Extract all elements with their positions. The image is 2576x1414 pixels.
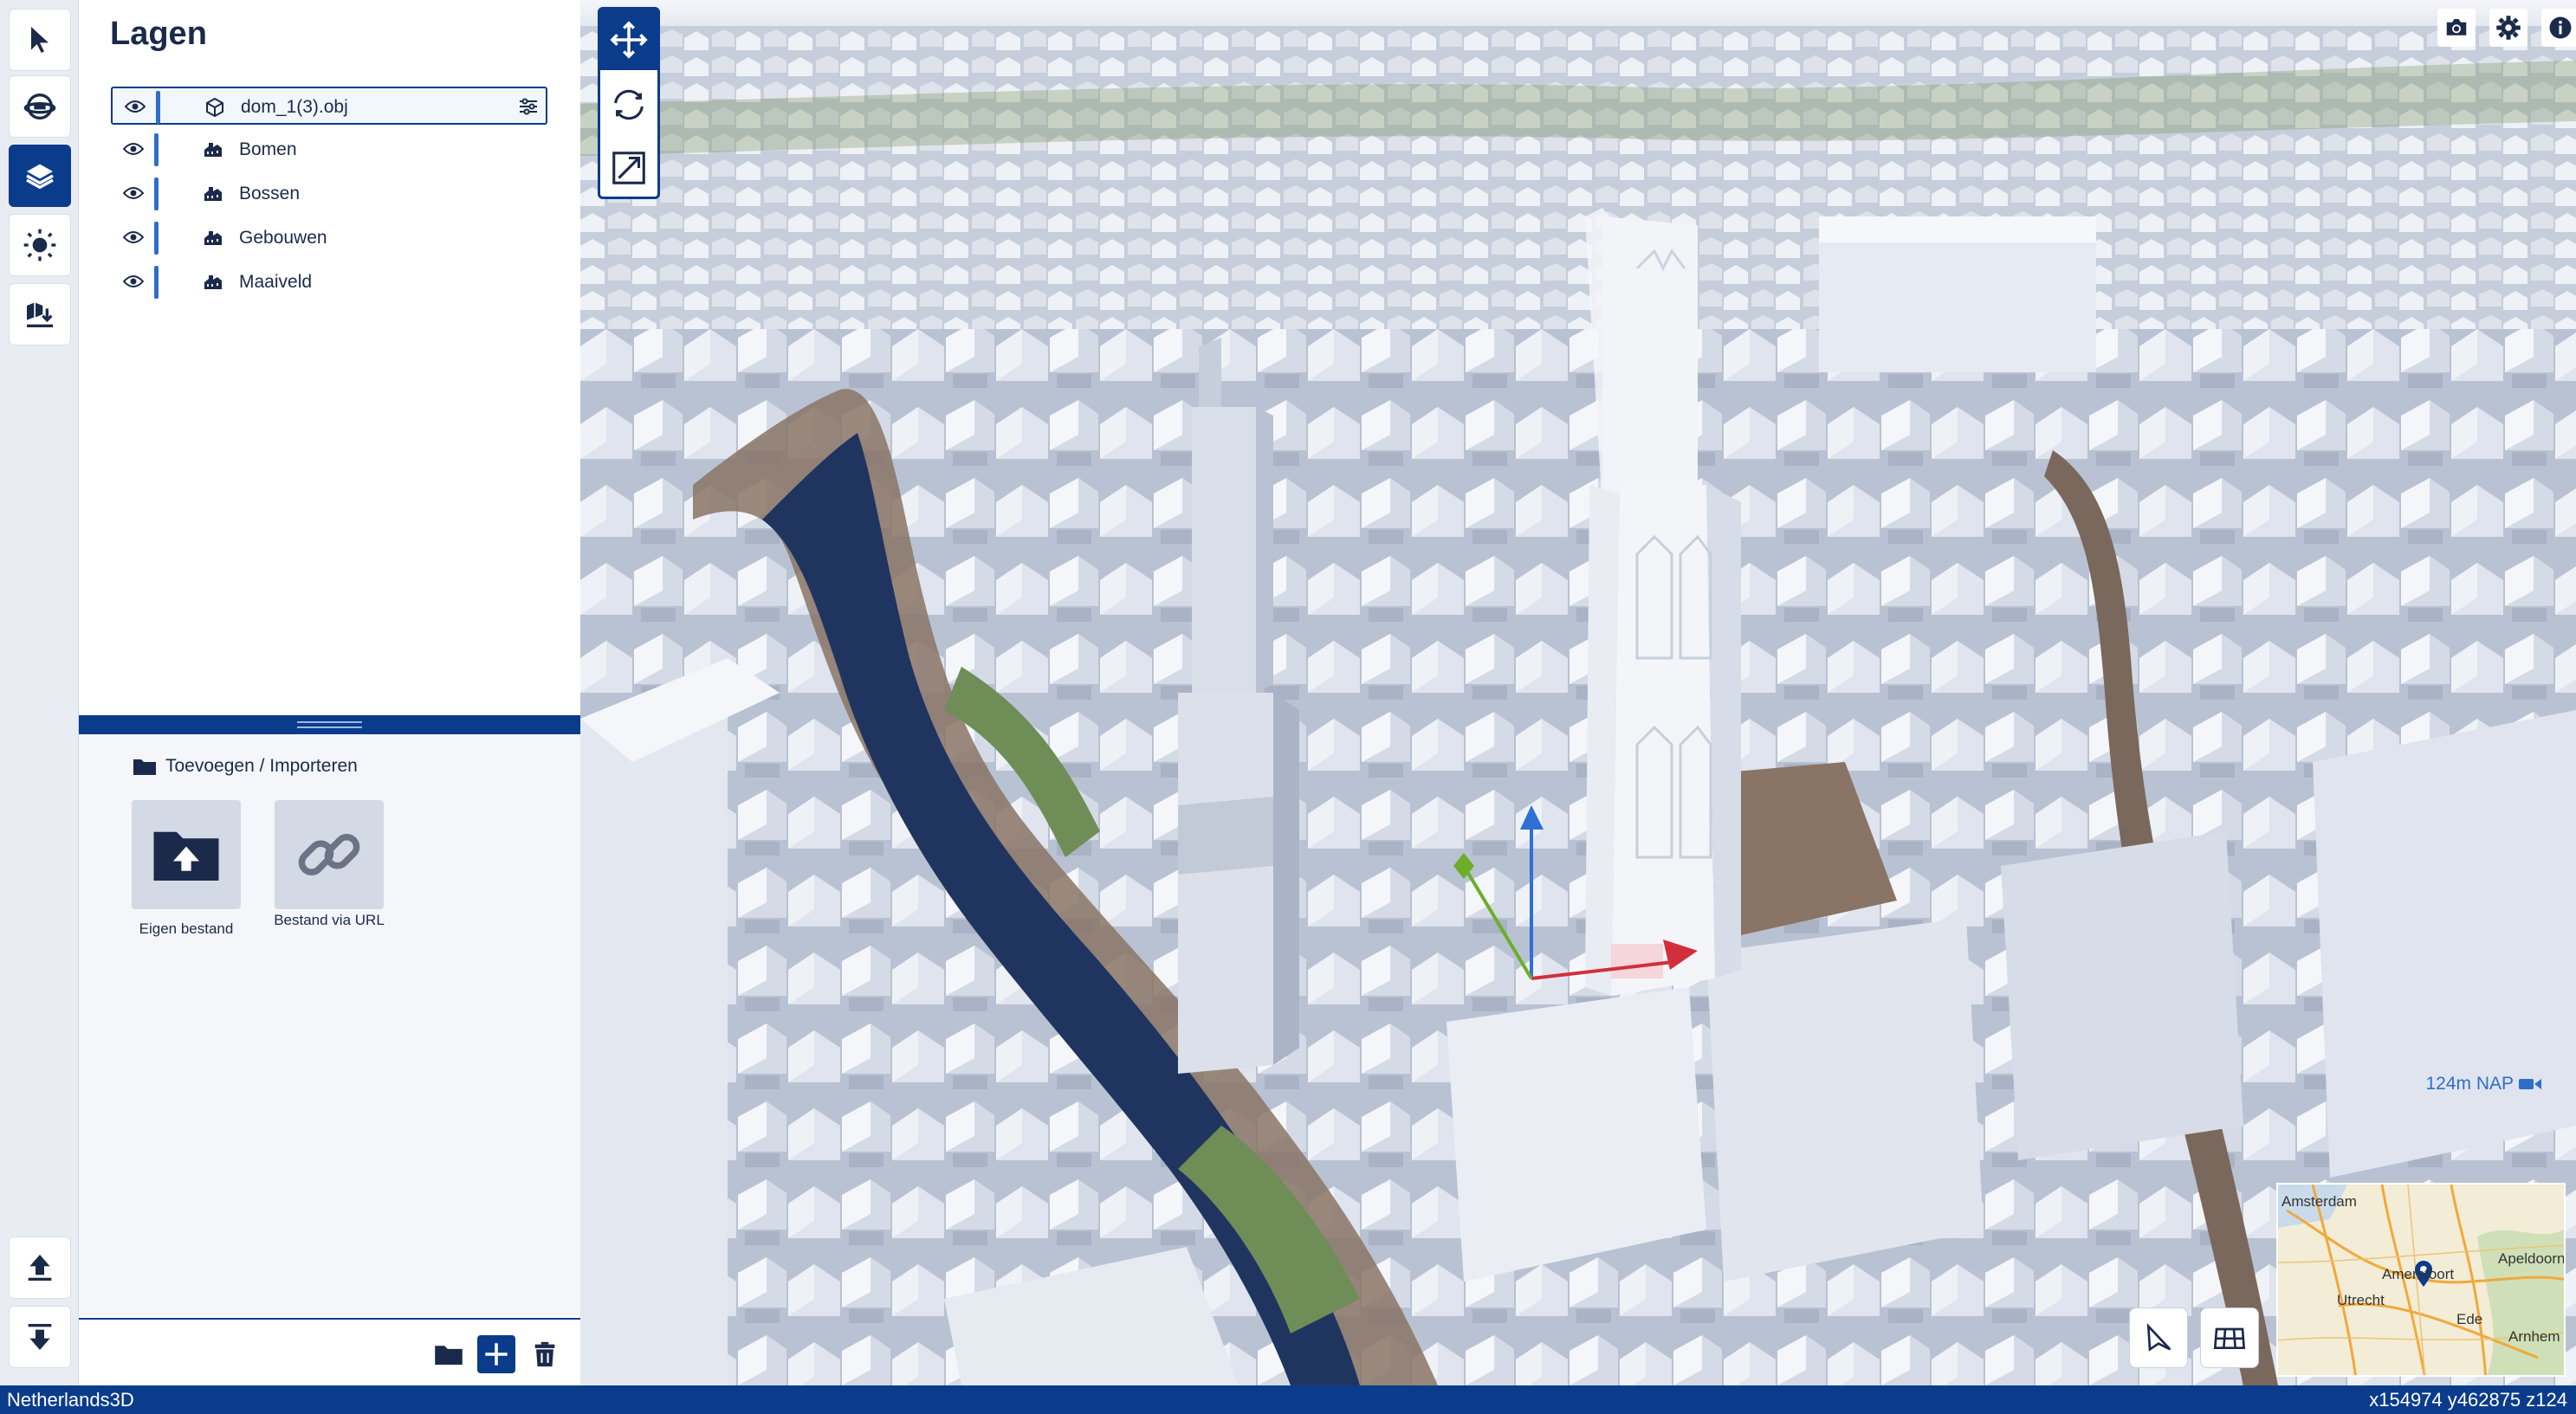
map-label-apeldoorn: Apeldoorn [2498, 1250, 2566, 1267]
screenshot-button[interactable] [2437, 9, 2476, 47]
layers-button[interactable] [9, 145, 71, 207]
map-label-ede: Ede [2456, 1311, 2483, 1327]
panel-footer [79, 1318, 580, 1385]
layer-row-bomen[interactable]: Bomen [111, 131, 547, 169]
folder-icon [133, 759, 156, 775]
layer-row-bossen[interactable]: Bossen [111, 175, 547, 213]
plus-icon [485, 1343, 508, 1366]
app-name: Netherlands3D [7, 1388, 134, 1411]
layer-row-maaiveld[interactable]: Maaiveld [111, 263, 547, 301]
sun-settings-button[interactable] [9, 214, 71, 276]
grid-toggle-button[interactable] [2200, 1307, 2259, 1368]
panel-title: Lagen [110, 16, 207, 52]
video-camera-icon [2519, 1079, 2541, 1089]
new-folder-button[interactable] [430, 1335, 468, 1373]
camera-icon [2446, 19, 2467, 36]
folder-upload-icon [153, 831, 219, 881]
layer-label: Maaiveld [239, 272, 313, 292]
grid-icon [2213, 1327, 2246, 1349]
coordinates-readout: x154974 y462875 z124 [2369, 1388, 2567, 1411]
upload-icon [28, 1255, 52, 1281]
layer-panel: Lagen dom_1(3).obj Bomen Bossen Gebouwen… [79, 0, 580, 1385]
layer-depth-bar [154, 133, 159, 166]
status-bar: Netherlands3D x154974 y462875 z124 [0, 1385, 2576, 1414]
trash-icon [534, 1341, 555, 1367]
rotate-tool-button[interactable] [600, 74, 657, 135]
minimap[interactable]: Amsterdam Amersfoort Utrecht Apeldoorn E… [2276, 1183, 2566, 1377]
scale-icon [612, 152, 645, 184]
drag-handle[interactable] [297, 721, 362, 728]
layer-depth-bar [154, 266, 159, 299]
map-label-utrecht: Utrecht [2337, 1292, 2385, 1308]
rotate-icon [614, 89, 644, 120]
file-via-url-label: Bestand via URL [274, 912, 385, 928]
move-icon [610, 21, 648, 59]
move-tool-button[interactable] [600, 10, 657, 70]
link-icon [298, 833, 360, 876]
north-arrow-icon [2146, 1323, 2171, 1352]
buildings-icon [204, 187, 222, 201]
layer-depth-bar [154, 178, 159, 210]
own-file-label: Eigen bestand [139, 920, 234, 937]
settings-button[interactable] [2489, 9, 2527, 47]
left-toolbar [0, 0, 79, 1385]
delete-layer-button[interactable] [526, 1335, 564, 1373]
layer-label: Gebouwen [239, 228, 327, 248]
map-label-arnhem: Arnhem [2508, 1328, 2560, 1345]
layers-icon [26, 164, 54, 190]
layer-label: Bomen [239, 139, 297, 159]
globe-icon [23, 94, 56, 119]
layer-depth-bar [156, 91, 160, 124]
3d-viewport[interactable]: 124m NAP Amsterdam Amersfoort Utrecht Ap… [580, 0, 2576, 1385]
buildings-icon [204, 143, 222, 157]
buildings-icon [204, 275, 222, 289]
add-layer-button[interactable] [477, 1335, 515, 1373]
layer-label: dom_1(3).obj [241, 97, 348, 117]
nap-height-text: 124m NAP [2425, 1074, 2514, 1094]
cursor-icon [31, 27, 49, 53]
add-import-title: Toevoegen / Importeren [133, 756, 358, 777]
eye-icon[interactable] [123, 274, 144, 289]
own-file-tile[interactable] [132, 800, 241, 909]
panel-resize-divider[interactable] [79, 715, 580, 734]
scale-tool-button[interactable] [600, 138, 657, 198]
layer-settings-icon[interactable] [518, 97, 539, 116]
eye-icon[interactable] [123, 229, 144, 245]
import-data-button[interactable] [9, 283, 71, 345]
map-label-amsterdam: Amsterdam [2282, 1193, 2357, 1210]
camera-view-button[interactable] [9, 75, 71, 138]
download-icon [28, 1324, 52, 1350]
cube-icon [206, 97, 223, 118]
download-button[interactable] [9, 1306, 71, 1368]
transform-tools [598, 7, 660, 199]
camera-height-label: 124m NAP [2425, 1074, 2541, 1094]
layer-label: Bossen [239, 184, 301, 203]
layer-row-gebouwen[interactable]: Gebouwen [111, 219, 547, 257]
info-button[interactable] [2541, 9, 2576, 47]
folder-icon [435, 1346, 463, 1366]
buildings-icon [204, 231, 222, 245]
info-icon [2549, 16, 2572, 39]
map-import-icon [27, 302, 53, 327]
city-3d-scene[interactable] [580, 0, 2576, 1385]
file-via-url-tile[interactable] [275, 800, 384, 909]
select-tool-button[interactable] [9, 9, 71, 71]
upload-button[interactable] [9, 1236, 71, 1299]
eye-icon[interactable] [123, 141, 144, 157]
layer-depth-bar [154, 222, 159, 255]
north-button[interactable] [2129, 1307, 2188, 1368]
eye-icon[interactable] [125, 99, 146, 114]
add-import-section: Toevoegen / Importeren Eigen bestand Bes… [79, 734, 580, 1316]
add-import-label: Toevoegen / Importeren [165, 756, 358, 776]
eye-icon[interactable] [123, 185, 144, 201]
map-label-amersfoort: Amersfoort [2382, 1266, 2455, 1282]
layer-row-dom-model[interactable]: dom_1(3).obj [111, 87, 547, 125]
gear-icon [2496, 16, 2521, 40]
sun-icon [23, 229, 56, 261]
